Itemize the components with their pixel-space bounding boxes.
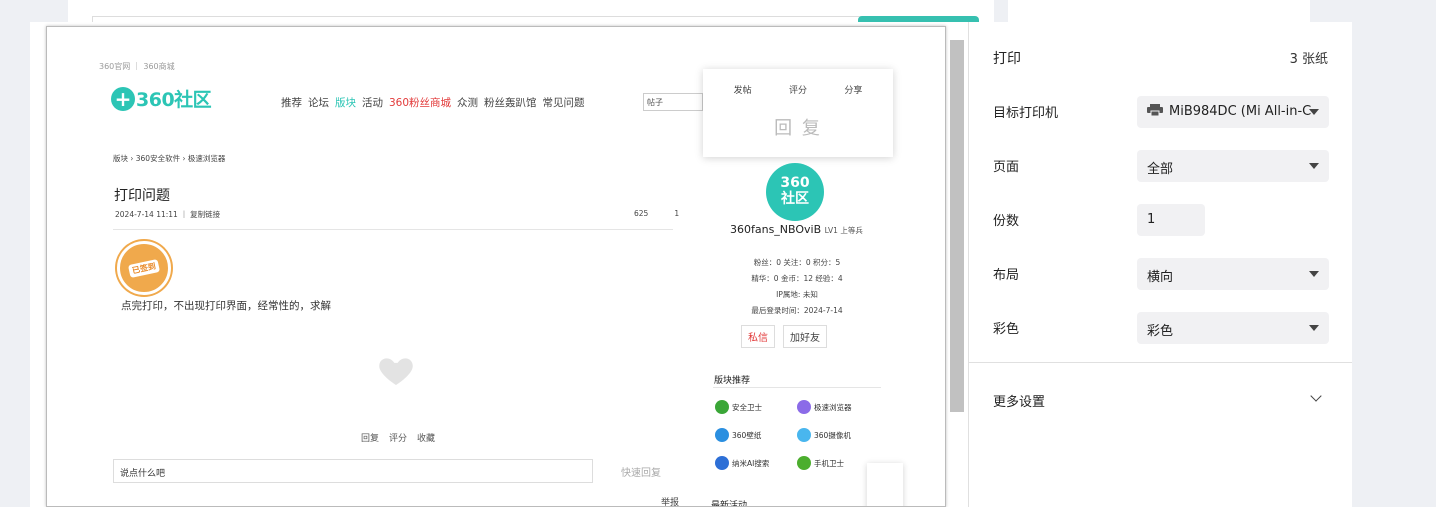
comment-input: 说点什么吧 <box>113 459 593 483</box>
preview-scrollbar[interactable] <box>950 40 964 412</box>
more-settings-toggle[interactable]: 更多设置 <box>993 391 1045 410</box>
top-links: 360官网 ｜ 360商城 <box>99 62 175 71</box>
recommend-item: 360壁纸 <box>715 427 797 443</box>
nav-item: 常见问题 <box>542 97 585 109</box>
color-select[interactable]: 彩色 <box>1137 312 1329 344</box>
recommend-item: 360摄像机 <box>797 427 879 443</box>
rate-link: 评分 <box>389 434 408 444</box>
chevron-down-icon[interactable] <box>1310 390 1322 402</box>
reply-label: 回 复 <box>774 118 822 139</box>
printer-icon <box>1147 104 1163 116</box>
copies-label: 份数 <box>993 214 1020 229</box>
divider <box>969 362 1352 363</box>
layout-select[interactable]: 横向 <box>1137 258 1329 290</box>
rate-action: 评分 <box>788 86 807 96</box>
reply-link: 回复 <box>361 434 380 444</box>
color-label: 彩色 <box>993 322 1020 337</box>
site-logo: + 360社区 <box>111 85 212 112</box>
add-friend-button: 加好友 <box>783 325 827 348</box>
nav-item: 360粉丝商城 <box>389 97 452 109</box>
pages-select[interactable]: 全部 <box>1137 150 1329 182</box>
user-stats: 粉丝：0 关注：0 积分：5 精华：0 金币：12 经验：4 IP属地: 未知 … <box>751 258 843 315</box>
recommend-item: 极速浏览器 <box>797 399 879 415</box>
share-action: 分享 <box>844 86 863 96</box>
print-preview-page: 360官网 ｜ 360商城 + 360社区 推荐 论坛 版块 活动 360粉丝商… <box>46 26 946 507</box>
camera-icon <box>797 428 811 442</box>
side-floating-bar <box>867 463 903 506</box>
divider <box>113 229 673 230</box>
recommend-item: 安全卫士 <box>715 399 797 415</box>
print-title: 打印 <box>993 51 1021 67</box>
floating-action-card: 发帖 评分 分享 回 复 <box>703 69 893 157</box>
nav-item: 活动 <box>362 97 383 109</box>
post-action: 发帖 <box>733 86 752 96</box>
layout-label: 布局 <box>993 268 1020 283</box>
view-count: 625 <box>634 209 649 218</box>
main-nav: 推荐 论坛 版块 活动 360粉丝商城 众测 粉丝轰趴馆 常见问题 <box>281 95 585 110</box>
message-button: 私信 <box>741 325 775 348</box>
post-title: 打印问题 <box>114 188 170 204</box>
user-level: LV1 上等兵 <box>824 226 863 235</box>
quick-reply-button: 快速回复 <box>621 468 661 479</box>
recommend-list: 安全卫士 极速浏览器 360壁纸 360摄像机 纳米AI搜索 手机卫士 <box>715 399 879 471</box>
reply-count: 1 <box>674 209 680 218</box>
favorite-link: 收藏 <box>417 434 436 444</box>
chevron-down-icon <box>1309 109 1319 115</box>
username: 360fans_NBOviB LV1 上等兵 <box>730 223 863 236</box>
copies-input[interactable]: 1 <box>1137 204 1205 236</box>
latest-activities-title: 最新活动 <box>711 501 748 507</box>
user-buttons: 私信 加好友 <box>741 325 827 348</box>
pages-label: 页面 <box>993 160 1020 175</box>
nav-item: 粉丝轰趴馆 <box>484 97 537 109</box>
nav-item: 论坛 <box>308 97 329 109</box>
nav-item: 版块 <box>335 97 356 109</box>
sheet-count: 3 张纸 <box>1289 52 1328 67</box>
printer-select[interactable]: MiB984DC (Mi All-in-C <box>1137 96 1329 128</box>
breadcrumb: 版块 › 360安全软件 › 极速浏览器 <box>113 154 226 163</box>
post-meta: 2024-7-14 11:11 ｜ 复制链接 <box>115 210 221 219</box>
plus-icon: + <box>111 86 135 111</box>
recommend-item: 纳米AI搜索 <box>715 455 797 471</box>
chevron-down-icon <box>1309 271 1319 277</box>
security-guard-icon <box>715 400 729 414</box>
background-card-right <box>1008 0 1310 22</box>
checkin-badge: 已签到 <box>117 241 171 295</box>
report-link: 举报 <box>661 498 680 507</box>
printer-label: 目标打印机 <box>993 106 1059 121</box>
post-body: 点完打印，不出现打印界面，经常性的，求解 <box>121 300 331 312</box>
recommend-title: 版块推荐 <box>714 376 751 386</box>
chevron-down-icon <box>1309 325 1319 331</box>
divider <box>713 387 881 388</box>
search-input: 帖子 <box>643 93 703 111</box>
mobile-guard-icon <box>797 456 811 470</box>
nav-item: 众测 <box>457 97 479 109</box>
chevron-down-icon <box>1309 163 1319 169</box>
wallpaper-icon <box>715 428 729 442</box>
avatar: 360 社区 <box>766 163 824 221</box>
ai-search-icon <box>715 456 729 470</box>
browser-icon <box>797 400 811 414</box>
post-actions: 回复 评分 收藏 <box>361 431 435 444</box>
post-stats: 625 1 <box>634 209 679 218</box>
print-settings-panel: 打印 3 张纸 目标打印机 MiB984DC (Mi All-in-C 页面 全… <box>968 22 1352 507</box>
heart-icon <box>379 358 413 385</box>
nav-item: 推荐 <box>281 97 302 109</box>
